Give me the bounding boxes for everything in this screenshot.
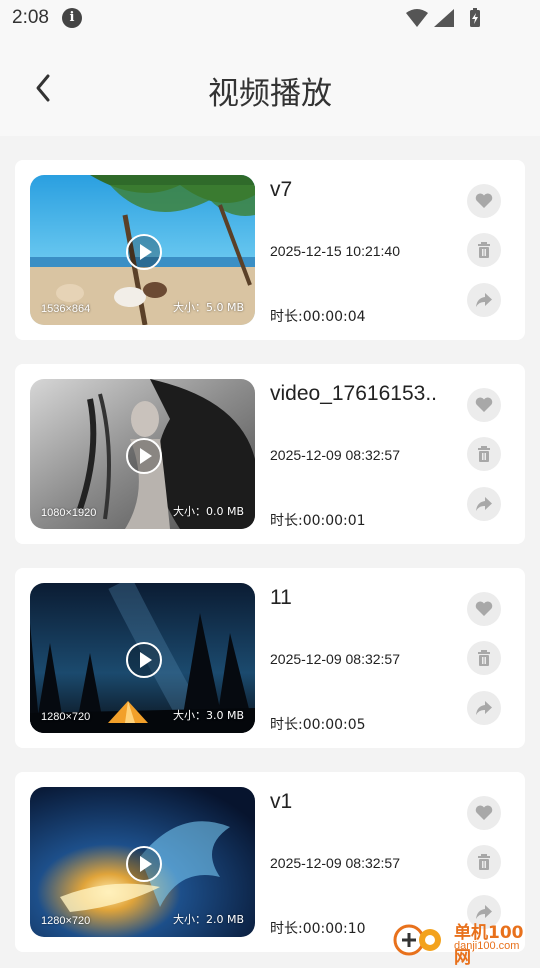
status-bar: 2:08 i: [0, 0, 540, 36]
wifi-icon: [406, 9, 428, 27]
play-icon[interactable]: [126, 438, 162, 474]
share-icon: [476, 701, 492, 715]
heart-icon: [475, 805, 493, 820]
video-card[interactable]: 1280×720 大小：3.0 MB 11 2025-12-09 08:32:5…: [15, 568, 525, 748]
video-name: v7: [270, 178, 293, 201]
size-label: 大小：5.0 MB: [172, 301, 244, 314]
video-thumbnail[interactable]: 1536×864 大小：5.0 MB: [30, 175, 255, 325]
delete-button[interactable]: [467, 641, 501, 675]
video-thumbnail[interactable]: 1280×720 大小：2.0 MB: [30, 787, 255, 937]
size-label: 大小：2.0 MB: [172, 913, 244, 926]
status-time: 2:08: [12, 7, 49, 28]
share-icon: [476, 293, 492, 307]
delete-button[interactable]: [467, 845, 501, 879]
video-thumbnail[interactable]: 1280×720 大小：3.0 MB: [30, 583, 255, 733]
video-duration: 时长:00:00:04: [270, 309, 366, 325]
video-name: video_17616153..: [270, 382, 437, 405]
size-label: 大小：3.0 MB: [172, 709, 244, 722]
trash-icon: [478, 446, 490, 462]
resolution-label: 1280×720: [41, 711, 91, 723]
favorite-button[interactable]: [467, 796, 501, 830]
video-date: 2025-12-15 10:21:40: [270, 243, 400, 259]
video-card[interactable]: 1536×864 大小：5.0 MB v7 2025-12-15 10:21:4…: [15, 160, 525, 340]
share-button[interactable]: [467, 691, 501, 725]
resolution-label: 1536×864: [41, 303, 91, 315]
heart-icon: [475, 601, 493, 616]
favorite-button[interactable]: [467, 592, 501, 626]
video-duration: 时长:00:00:05: [270, 717, 366, 733]
info-icon: i: [62, 8, 82, 28]
play-icon[interactable]: [126, 234, 162, 270]
app-header: 视频播放: [0, 36, 540, 136]
resolution-label: 1280×720: [41, 915, 91, 927]
favorite-button[interactable]: [467, 184, 501, 218]
video-card[interactable]: 1080×1920 大小：0.0 MB video_17616153.. 202…: [15, 364, 525, 544]
trash-icon: [478, 242, 490, 258]
share-button[interactable]: [467, 487, 501, 521]
play-icon[interactable]: [126, 846, 162, 882]
trash-icon: [478, 854, 490, 870]
video-duration: 时长:00:00:01: [270, 513, 366, 529]
watermark-logo-icon: [393, 924, 441, 956]
video-name: v1: [270, 790, 293, 813]
share-icon: [476, 497, 492, 511]
delete-button[interactable]: [467, 437, 501, 471]
favorite-button[interactable]: [467, 388, 501, 422]
delete-button[interactable]: [467, 233, 501, 267]
video-date: 2025-12-09 08:32:57: [270, 855, 400, 871]
watermark: 单机100网 danji100.com: [388, 916, 540, 968]
heart-icon: [475, 193, 493, 208]
resolution-label: 1080×1920: [41, 507, 97, 519]
page-title: 视频播放: [208, 76, 332, 112]
size-label: 大小：0.0 MB: [172, 505, 244, 518]
watermark-url: danji100.com: [454, 940, 520, 952]
video-duration: 时长:00:00:10: [270, 921, 366, 937]
video-date: 2025-12-09 08:32:57: [270, 651, 400, 667]
status-icons: [406, 8, 480, 27]
play-icon[interactable]: [126, 642, 162, 678]
video-thumbnail[interactable]: 1080×1920 大小：0.0 MB: [30, 379, 255, 529]
heart-icon: [475, 397, 493, 412]
share-button[interactable]: [467, 283, 501, 317]
video-name: 11: [270, 586, 292, 609]
trash-icon: [478, 650, 490, 666]
video-date: 2025-12-09 08:32:57: [270, 447, 400, 463]
signal-icon: [434, 9, 454, 27]
